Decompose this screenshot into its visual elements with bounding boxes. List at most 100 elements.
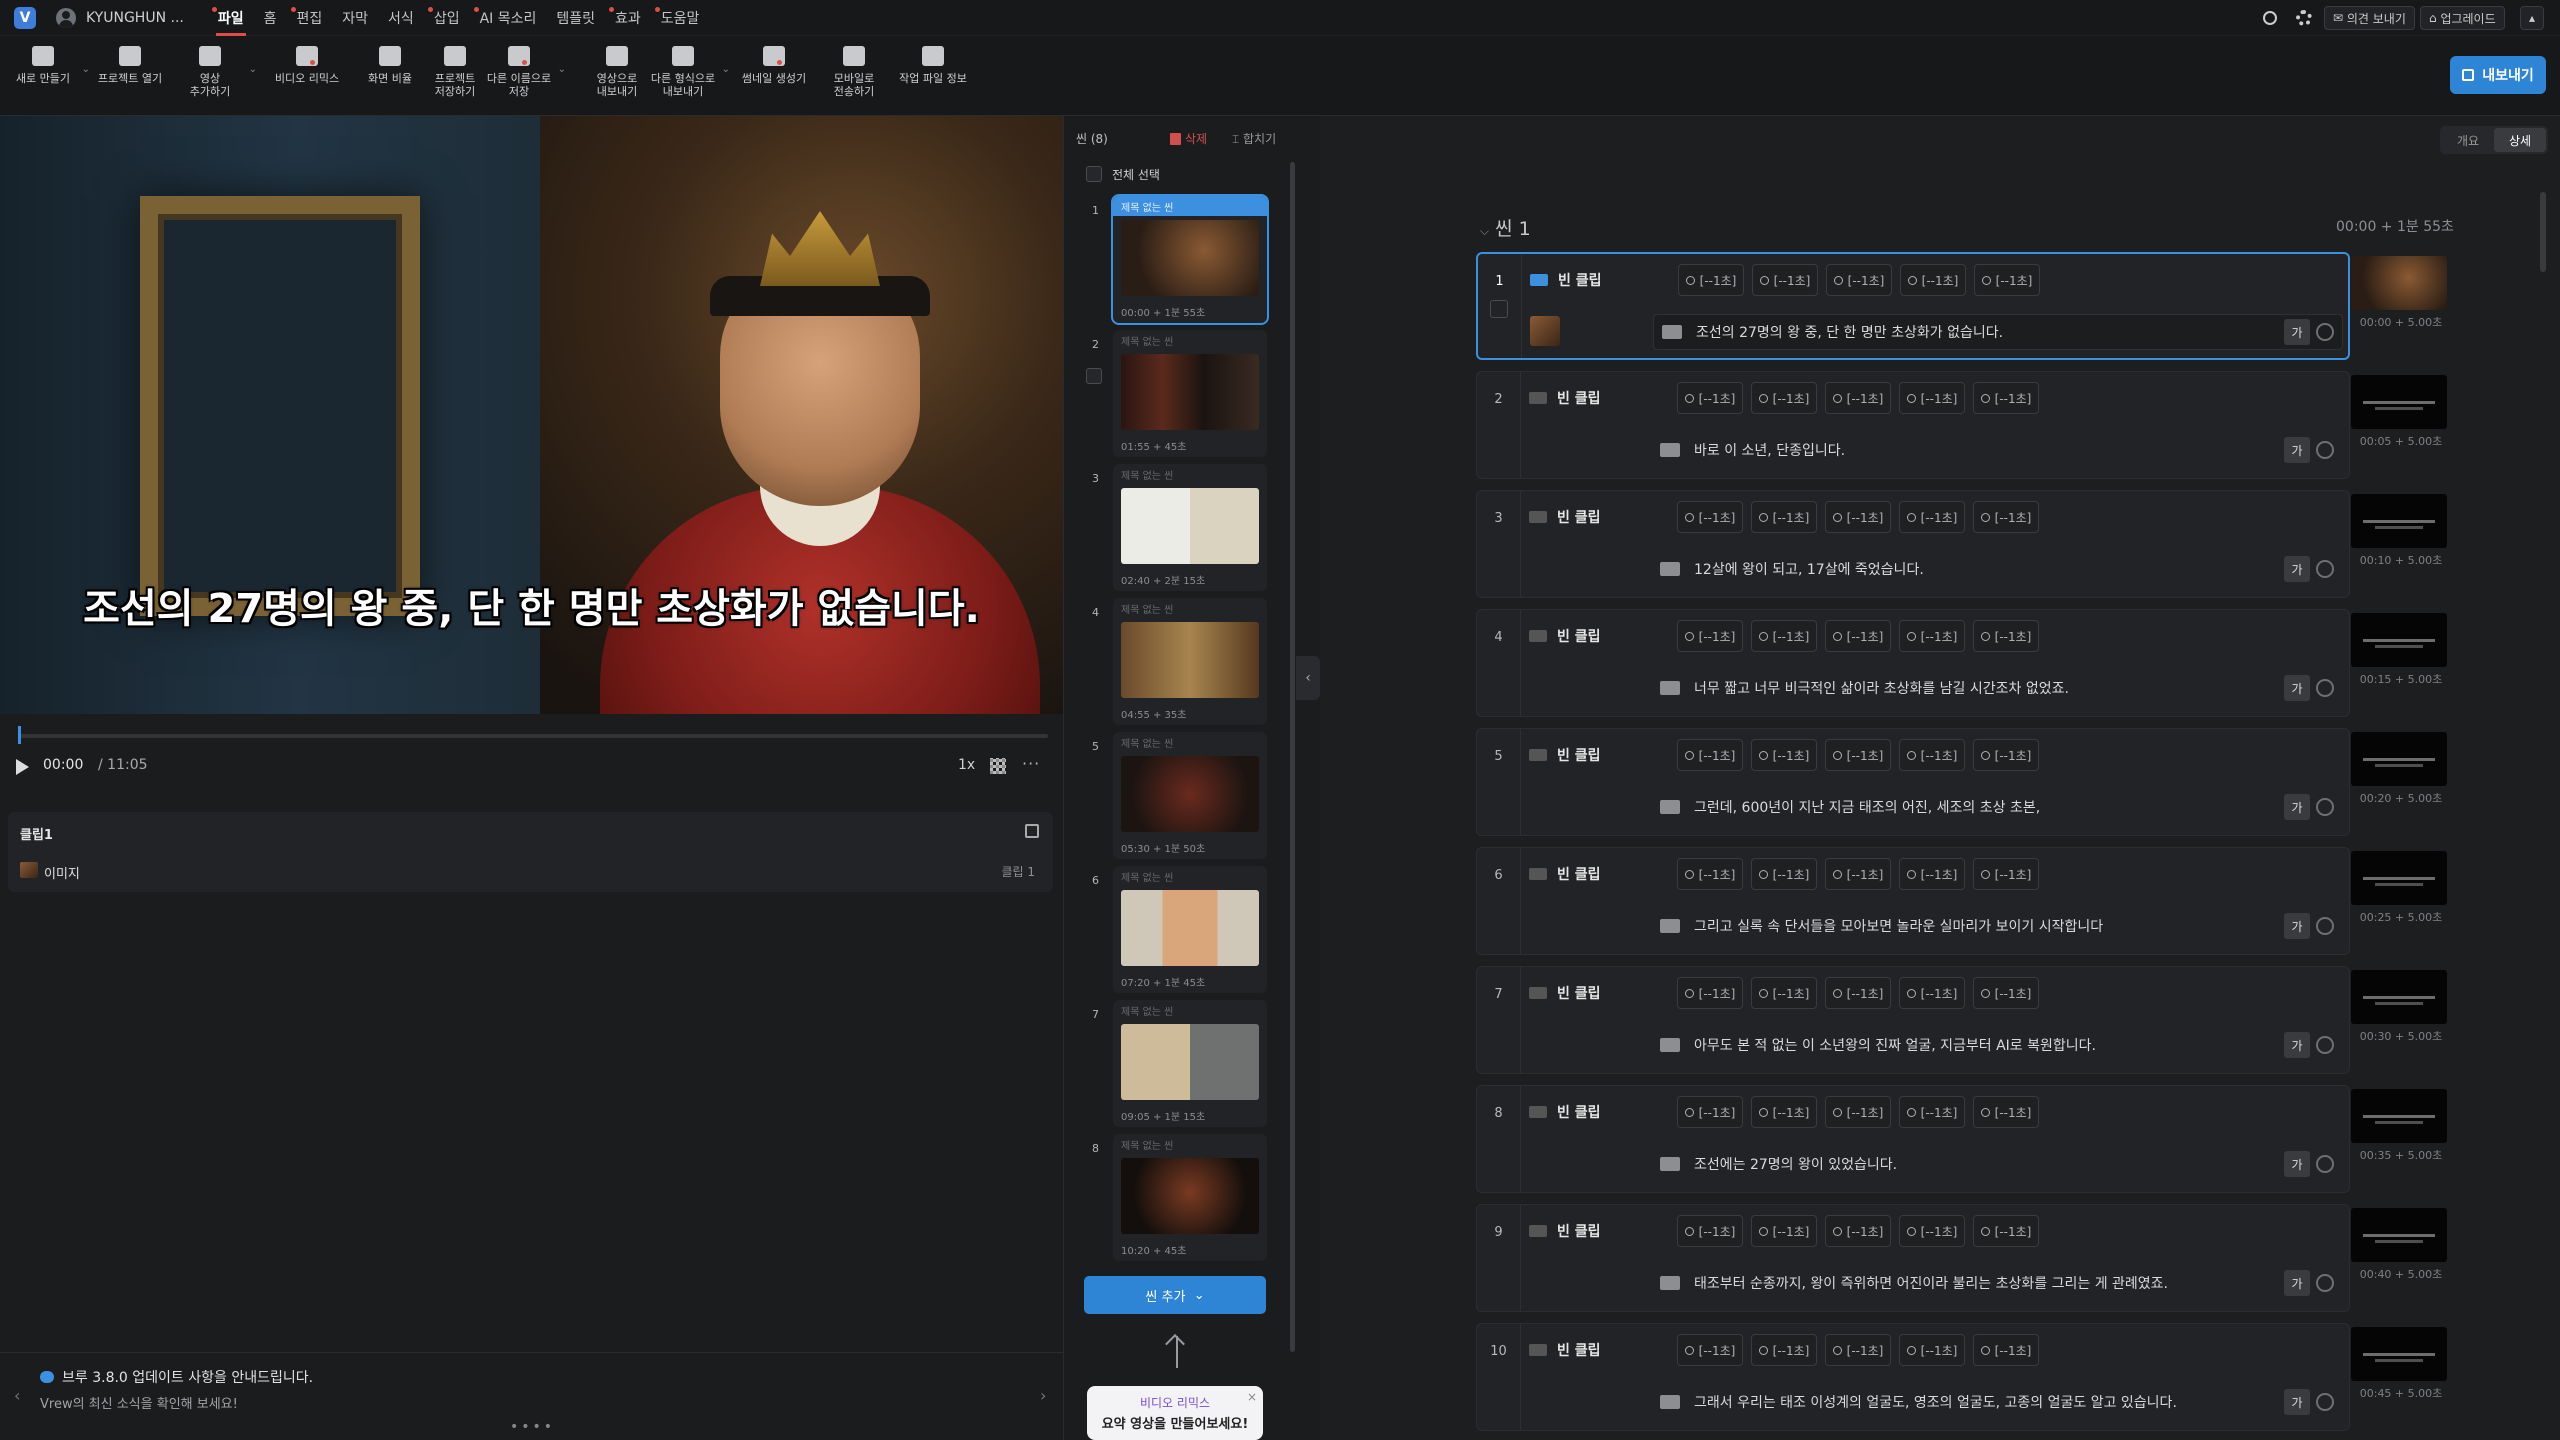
collapse-panel-button[interactable]: ‹	[1296, 656, 1320, 700]
caption-field[interactable]: 너무 짧고 너무 비극적인 삶이라 초상화를 남길 시간조차 없었죠. 가	[1652, 670, 2342, 706]
chevron-down-icon[interactable]: ⌄	[722, 64, 730, 75]
notice-prev-icon[interactable]: ‹	[14, 1386, 20, 1405]
silence-chip[interactable]: [--1초]	[1899, 1096, 1965, 1128]
chevron-down-icon[interactable]: ⌵	[1480, 224, 1489, 238]
link-icon[interactable]	[2316, 917, 2334, 935]
caption-text[interactable]: 조선에는 27명의 왕이 있었습니다.	[1694, 1154, 2284, 1174]
silence-chip[interactable]: [--1초]	[1751, 1096, 1817, 1128]
silence-chip[interactable]: [--1초]	[1899, 1215, 1965, 1247]
silence-chip[interactable]: [--1초]	[1751, 1334, 1817, 1366]
menu-item-0[interactable]: 파일	[211, 0, 246, 36]
caption-field[interactable]: 바로 이 소년, 단종입니다. 가	[1652, 432, 2342, 468]
clip-preview-thumbnail[interactable]	[2351, 375, 2447, 429]
toolbar-button-11[interactable]: 작업 파일 정보	[898, 46, 968, 85]
silence-chip[interactable]: [--1초]	[1899, 382, 1965, 414]
silence-chip[interactable]: [--1초]	[1678, 264, 1744, 296]
silence-chip[interactable]: [--1초]	[1677, 739, 1743, 771]
update-notice[interactable]: ‹ 브루 3.8.0 업데이트 사항을 안내드립니다. Vrew의 최신 소식을…	[0, 1352, 1063, 1440]
silence-chip[interactable]: [--1초]	[1826, 264, 1892, 296]
scene-card-title[interactable]: 제목 없는 씬	[1113, 330, 1267, 350]
caption-text[interactable]: 바로 이 소년, 단종입니다.	[1694, 440, 2284, 460]
silence-chip[interactable]: [--1초]	[1973, 977, 2039, 1009]
scene-header[interactable]: ⌵ 씬 1	[1480, 214, 1531, 241]
clip-row[interactable]: 9 빈 클립 [--1초] [--1초] [--1초] [--1초] [--1초] 태조부터 …	[1476, 1204, 2350, 1312]
upgrade-button[interactable]: ⌂ 업그레이드	[2420, 6, 2505, 30]
font-style-button[interactable]: 가	[2284, 1151, 2310, 1177]
menu-item-4[interactable]: 서식	[388, 0, 414, 36]
silence-chip[interactable]: [--1초]	[1973, 620, 2039, 652]
scene-card[interactable]: 제목 없는 씬 00:00 + 1분 55초	[1111, 194, 1269, 325]
select-all-checkbox[interactable]	[1086, 166, 1102, 182]
clip-preview-thumbnail[interactable]	[2351, 1327, 2447, 1381]
silence-chip[interactable]: [--1초]	[1973, 382, 2039, 414]
toolbar-button-0[interactable]: 새로 만들기 ⌄	[8, 46, 90, 85]
silence-chip[interactable]: [--1초]	[1825, 620, 1891, 652]
font-style-button[interactable]: 가	[2284, 1389, 2310, 1415]
silence-chip[interactable]: [--1초]	[1899, 977, 1965, 1009]
caption-field[interactable]: 12살에 왕이 되고, 17살에 죽었습니다. 가	[1652, 551, 2342, 587]
silence-chip[interactable]: [--1초]	[1751, 501, 1817, 533]
silence-chip[interactable]: [--1초]	[1677, 501, 1743, 533]
user-avatar-icon[interactable]	[56, 7, 76, 28]
playhead[interactable]	[18, 726, 21, 744]
scene-list-scrollbar[interactable]	[1290, 162, 1295, 1352]
silence-chip[interactable]: [--1초]	[1677, 1215, 1743, 1247]
font-style-button[interactable]: 가	[2284, 913, 2310, 939]
scene-card-title[interactable]: 제목 없는 씬	[1113, 464, 1267, 484]
clip-preview-thumbnail[interactable]	[2351, 494, 2447, 548]
scene-card-title[interactable]: 제목 없는 씬	[1113, 598, 1267, 618]
toolbar-button-2[interactable]: 영상 추가하기 ⌄	[175, 46, 257, 98]
silence-chip[interactable]: [--1초]	[1751, 1215, 1817, 1247]
silence-chip[interactable]: [--1초]	[1899, 501, 1965, 533]
scene-checkbox[interactable]	[1086, 368, 1102, 384]
clip-row[interactable]: 1빈 클립 [--1초] [--1초] [--1초] [--1초] [--1초] 조선의 2…	[1476, 252, 2350, 360]
caption-text[interactable]: 너무 짧고 너무 비극적인 삶이라 초상화를 남길 시간조차 없었죠.	[1694, 678, 2284, 698]
video-preview[interactable]: 조선의 27명의 왕 중, 단 한 명만 초상화가 없습니다.	[0, 116, 1063, 714]
playback-speed-button[interactable]: 1x	[958, 757, 975, 773]
caption-text[interactable]: 조선의 27명의 왕 중, 단 한 명만 초상화가 없습니다.	[1696, 322, 2284, 342]
search-icon[interactable]	[2263, 11, 2277, 25]
link-icon[interactable]	[2316, 679, 2334, 697]
editor-scrollbar[interactable]	[2540, 192, 2546, 272]
grid-icon[interactable]	[990, 758, 1006, 774]
close-icon[interactable]: ×	[1247, 1390, 1257, 1404]
scene-card-title[interactable]: 제목 없는 씬	[1113, 1000, 1267, 1020]
scene-card[interactable]: 제목 없는 씬 07:20 + 1분 45초	[1113, 866, 1267, 993]
scene-card[interactable]: 제목 없는 씬 10:20 + 45초	[1113, 1134, 1267, 1261]
chevron-down-icon[interactable]: ⌄	[558, 64, 566, 75]
caption-field[interactable]: 조선의 27명의 왕 중, 단 한 명만 초상화가 없습니다. 가	[1653, 314, 2343, 350]
menu-item-6[interactable]: AI 목소리	[473, 0, 536, 36]
chevron-down-icon[interactable]: ⌄	[249, 64, 257, 75]
caption-text[interactable]: 12살에 왕이 되고, 17살에 죽었습니다.	[1694, 559, 2284, 579]
menu-item-7[interactable]: 템플릿	[556, 0, 595, 36]
silence-chip[interactable]: [--1초]	[1677, 382, 1743, 414]
caption-field[interactable]: 그래서 우리는 태조 이성계의 얼굴도, 영조의 얼굴도, 고종의 얼굴도 알고…	[1652, 1384, 2342, 1420]
play-icon[interactable]	[16, 759, 29, 775]
caption-text[interactable]: 그래서 우리는 태조 이성계의 얼굴도, 영조의 얼굴도, 고종의 얼굴도 알고…	[1694, 1392, 2284, 1412]
silence-chip[interactable]: [--1초]	[1899, 739, 1965, 771]
clip-preview-thumbnail[interactable]	[2351, 970, 2447, 1024]
toolbar-button-8[interactable]: 다른 형식으로 내보내기 ⌄	[648, 46, 730, 98]
scene-card[interactable]: 제목 없는 씬 04:55 + 35초	[1113, 598, 1267, 725]
clip-row[interactable]: 3 빈 클립 [--1초] [--1초] [--1초] [--1초] [--1초] 12살에 …	[1476, 490, 2350, 598]
menu-item-8[interactable]: 효과	[609, 0, 641, 36]
font-style-button[interactable]: 가	[2284, 675, 2310, 701]
link-icon[interactable]	[2316, 1274, 2334, 1292]
scene-card-title[interactable]: 제목 없는 씬	[1113, 866, 1267, 886]
caption-text[interactable]: 그리고 실록 속 단서들을 모아보면 놀라운 실마리가 보이기 시작합니다	[1694, 916, 2284, 936]
open-external-icon[interactable]	[1025, 824, 1039, 838]
caption-field[interactable]: 태조부터 순종까지, 왕이 즉위하면 어진이라 불리는 초상화를 그리는 게 관…	[1652, 1265, 2342, 1301]
silence-chip[interactable]: [--1초]	[1677, 858, 1743, 890]
caption-field[interactable]: 그런데, 600년이 지난 지금 태조의 어진, 세조의 초상 초본, 가	[1652, 789, 2342, 825]
clip-preview-thumbnail[interactable]	[2351, 732, 2447, 786]
link-icon[interactable]	[2316, 560, 2334, 578]
clip-image-thumb[interactable]	[1530, 316, 1560, 346]
clip-row[interactable]: 5 빈 클립 [--1초] [--1초] [--1초] [--1초] [--1초] 그런데, …	[1476, 728, 2350, 836]
view-detail-tab[interactable]: 상세	[2494, 128, 2546, 152]
silence-chip[interactable]: [--1초]	[1899, 1334, 1965, 1366]
menu-item-3[interactable]: 자막	[342, 0, 368, 36]
silence-chip[interactable]: [--1초]	[1825, 739, 1891, 771]
silence-chip[interactable]: [--1초]	[1751, 977, 1817, 1009]
notice-next-icon[interactable]: ›	[1040, 1386, 1046, 1405]
clip-row[interactable]: 6 빈 클립 [--1초] [--1초] [--1초] [--1초] [--1초] 그리고 실…	[1476, 847, 2350, 955]
